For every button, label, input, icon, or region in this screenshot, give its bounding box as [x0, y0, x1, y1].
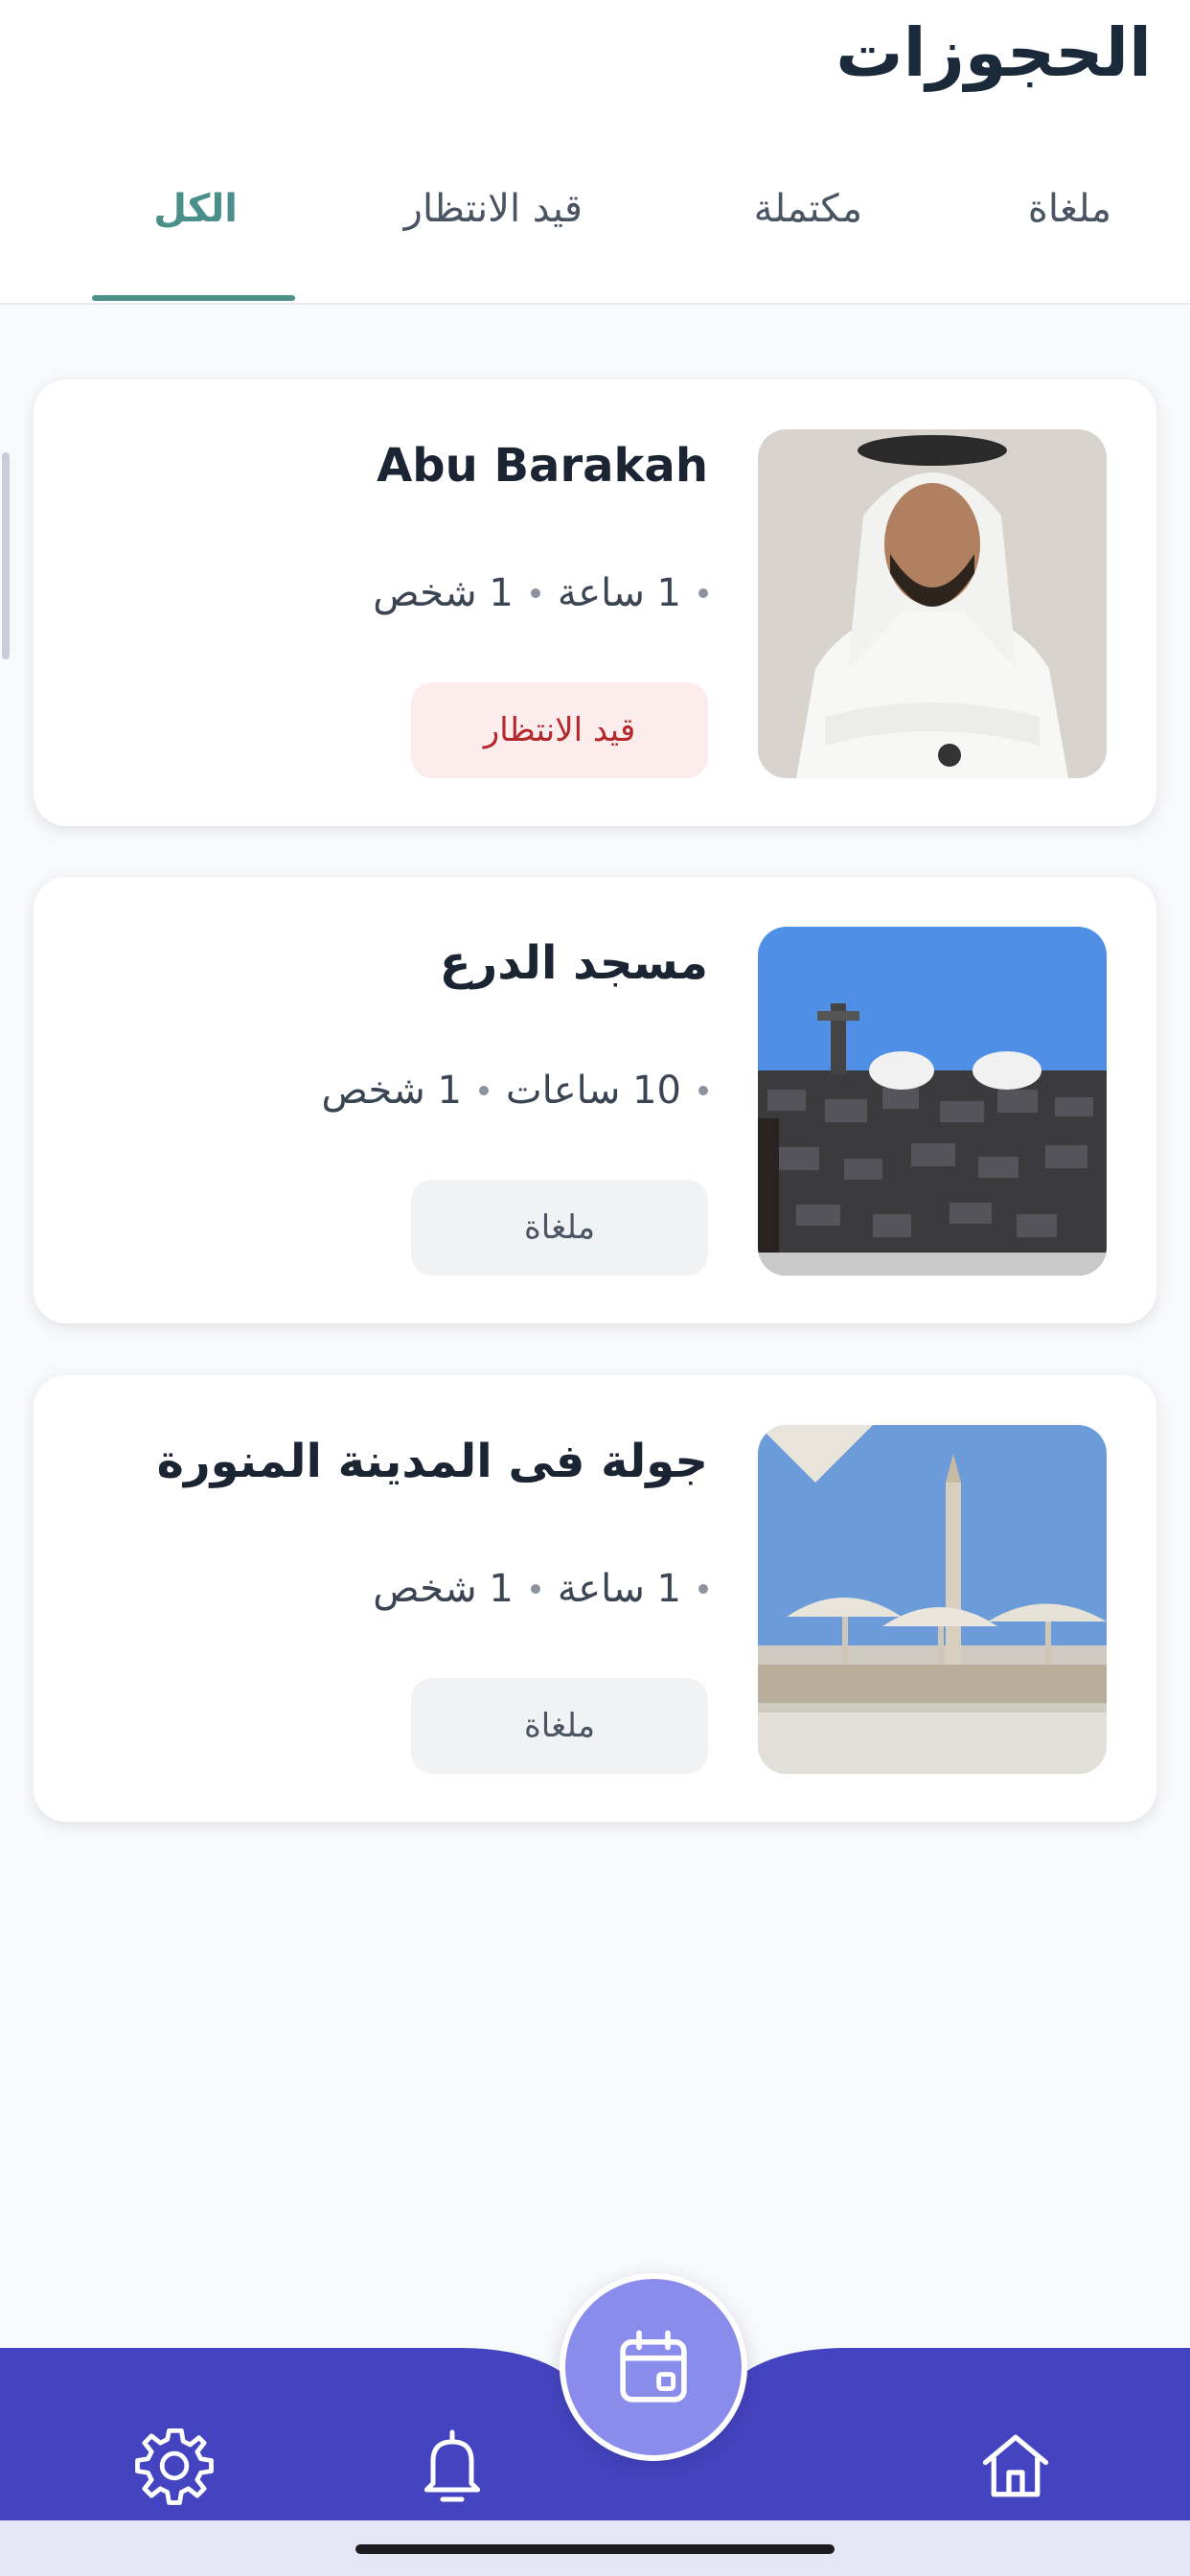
booking-duration: 10 ساعات [505, 1069, 681, 1113]
calendar-icon [620, 2330, 687, 2403]
nav-home[interactable] [970, 2420, 1062, 2512]
booking-persons: 1 شخص [373, 571, 514, 615]
tab-all[interactable]: الكل [153, 187, 238, 231]
bullet-dot [530, 588, 540, 598]
prophets-mosque-umbrellas-photo [758, 1425, 1107, 1774]
home-icon [982, 2434, 1049, 2497]
booking-duration: 1 ساعة [557, 1567, 681, 1611]
booking-meta: 1 ساعة 1 شخص [373, 1567, 708, 1611]
gear-icon [135, 2427, 214, 2505]
scroll-indicator [2, 452, 10, 659]
app-header: الحجوزات ملغاة مكتملة قيد الانتظار الكل [0, 0, 1190, 305]
booking-title: مسجد الدرع [439, 936, 708, 990]
booking-persons: 1 شخص [321, 1069, 462, 1113]
bullet-dot [530, 1584, 540, 1594]
status-badge: ملغاة [411, 1180, 708, 1276]
stone-mosque-photo [758, 927, 1107, 1276]
home-indicator[interactable] [355, 2544, 835, 2554]
bullet-dot [478, 1086, 489, 1095]
booking-card[interactable]: مسجد الدرع 10 ساعات 1 شخص ملغاة [34, 877, 1156, 1323]
booking-persons: 1 شخص [373, 1567, 514, 1611]
status-badge: ملغاة [411, 1678, 708, 1774]
bullet-dot [698, 588, 708, 598]
page-title: الحجوزات [835, 13, 1152, 92]
booking-image [758, 1425, 1107, 1774]
nav-bookings[interactable] [565, 2279, 742, 2455]
booking-duration: 1 ساعة [557, 571, 681, 615]
tab-cancelled[interactable]: ملغاة [1028, 187, 1111, 231]
man-in-traditional-dress-photo [758, 429, 1107, 778]
booking-title: Abu Barakah [377, 439, 708, 493]
bell-icon [423, 2429, 481, 2502]
bookings-fab [560, 2273, 747, 2461]
booking-title: جولة فى المدينة المنورة [156, 1435, 708, 1488]
booking-card[interactable]: جولة فى المدينة المنورة 1 ساعة 1 شخص ملغ… [34, 1375, 1156, 1822]
booking-meta: 1 ساعة 1 شخص [373, 571, 708, 615]
booking-image [758, 429, 1107, 778]
nav-notifications[interactable] [406, 2420, 498, 2512]
booking-card[interactable]: Abu Barakah 1 ساعة 1 شخص قيد الانتظار [34, 380, 1156, 826]
active-tab-indicator [92, 295, 295, 301]
bullet-dot [698, 1584, 708, 1594]
bullet-dot [698, 1086, 708, 1095]
tab-completed[interactable]: مكتملة [754, 187, 862, 231]
tab-pending[interactable]: قيد الانتظار [404, 187, 583, 231]
nav-settings[interactable] [128, 2420, 220, 2512]
booking-image [758, 927, 1107, 1276]
booking-meta: 10 ساعات 1 شخص [321, 1069, 708, 1113]
status-badge: قيد الانتظار [411, 682, 708, 778]
